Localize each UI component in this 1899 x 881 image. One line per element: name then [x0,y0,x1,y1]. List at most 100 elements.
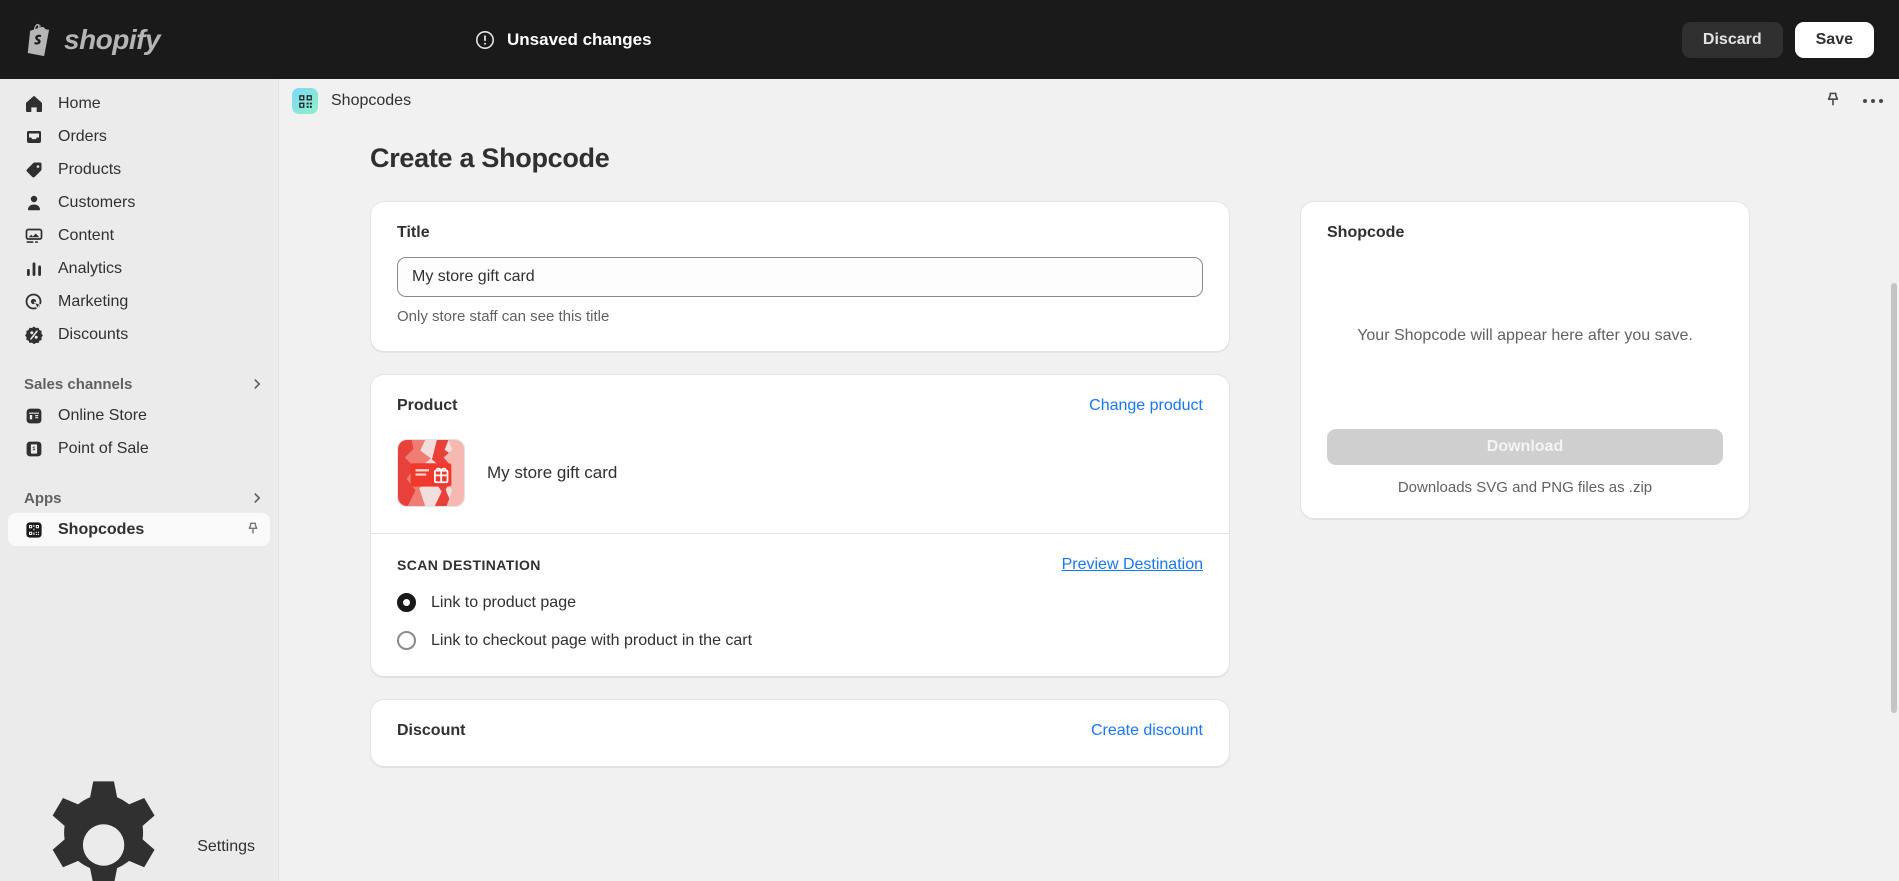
page-title: Create a Shopcode [370,143,610,173]
scan-destination-body: SCAN DESTINATION Preview Destination Lin… [371,534,1229,676]
orders-inbox-icon [27,130,41,143]
sidebar-item-label: Marketing [58,292,129,310]
sidebar-section-sales-channels[interactable]: Sales channels [0,369,278,399]
sidebar-section-apps[interactable]: Apps [0,483,278,513]
radio-option-label: Link to checkout page with product in th… [431,631,753,649]
radio-option-label: Link to product page [431,593,576,611]
unsaved-changes-label: Unsaved changes [507,29,652,49]
pin-icon[interactable] [244,521,262,539]
discount-section-label: Discount [397,722,466,739]
shopify-bag-icon [27,23,49,56]
sidebar-item-label: Discounts [58,325,129,343]
change-product-link[interactable]: Change product [1089,397,1203,415]
product-card-header: Product Change product [397,397,1203,415]
sidebar-item-label: Online Store [58,406,147,424]
sidebar-item-products[interactable]: Products [8,153,270,186]
product-card: Product Change product My store gift car… [370,374,1230,677]
title-card: Title Only store staff can see this titl… [370,201,1230,352]
sidebar-item-label: Point of Sale [58,439,149,457]
sidebar-sales-channels-list: Online Store Point of Sale [0,399,278,465]
dot [1863,99,1867,103]
shopify-admin-window: shopify Unsaved changes Discard Save Hom… [0,0,1899,881]
create-discount-link[interactable]: Create discount [1091,722,1203,740]
sidebar-item-label: Content [58,226,115,244]
sidebar-item-online-store[interactable]: Online Store [8,399,270,432]
sidebar-item-label: Customers [58,193,136,211]
more-horizontal-icon[interactable] [1863,99,1883,103]
shopcodes-app-icon [292,88,318,114]
sidebar-item-discounts[interactable]: Discounts [8,318,270,351]
marketing-target-icon [25,293,43,311]
discount-card-header: Discount Create discount [397,722,1203,740]
sidebar-item-label: Settings [197,837,255,855]
person-icon [28,195,40,210]
sidebar-item-settings[interactable]: Settings [8,781,271,881]
vertical-scrollbar[interactable] [1891,283,1897,713]
shopify-wordmark: shopify [64,23,161,55]
radio-button-selected[interactable] [397,593,416,612]
pos-bag-icon [26,441,42,456]
sidebar-item-home[interactable]: Home [8,87,270,120]
save-button[interactable]: Save [1794,21,1874,58]
secondary-column: Shopcode Your Shopcode will appear here … [1300,201,1750,541]
sidebar-item-orders[interactable]: Orders [8,120,270,153]
alert-circle-icon [476,30,494,49]
discard-button[interactable]: Discard [1681,21,1783,58]
title-card-body: Title Only store staff can see this titl… [371,202,1229,351]
pin-icon[interactable] [1823,91,1843,111]
sidebar-item-label: Orders [58,127,107,145]
shopcode-placeholder-text: Your Shopcode will appear here after you… [1357,326,1693,344]
sidebar-section-label: Apps [24,489,62,507]
chevron-right-icon [254,379,261,389]
sidebar-item-marketing[interactable]: Marketing [8,285,270,318]
chevron-right-icon [254,493,261,503]
product-name: My store gift card [487,463,618,482]
title-field-label: Title [397,224,430,241]
discount-percent-icon [25,326,43,344]
primary-column: Title Only store staff can see this titl… [370,201,1230,789]
scan-destination-header: SCAN DESTINATION Preview Destination [397,556,1203,574]
product-row: My store gift card [397,439,1203,507]
app-bar: Shopcodes [280,79,1899,123]
sidebar-item-content[interactable]: Content [8,219,270,252]
shopcode-card-body: Shopcode Your Shopcode will appear here … [1301,202,1749,518]
app-bar-title: Shopcodes [331,92,412,109]
unsaved-changes-indicator: Unsaved changes [475,30,652,50]
download-caption: Downloads SVG and PNG files as .zip [1397,479,1653,496]
scan-destination-label: SCAN DESTINATION [397,557,541,573]
bar-chart-icon [27,262,41,276]
product-section-label: Product [397,397,458,414]
sidebar-item-customers[interactable]: Customers [8,186,270,219]
content-image-icon [25,228,43,243]
sidebar-item-shopcodes[interactable]: Shopcodes [8,513,270,546]
shopcode-card: Shopcode Your Shopcode will appear here … [1300,201,1750,519]
qr-code-icon [298,94,312,108]
shopify-logo[interactable]: shopify [24,23,284,57]
sidebar-apps-list: Shopcodes [0,513,278,546]
sidebar-item-label: Products [58,160,122,178]
top-bar-actions: Discard Save [1681,21,1874,58]
qr-code-icon [26,521,42,538]
sidebar-primary-nav: Home Orders Products Customers Content A… [0,79,278,351]
top-bar: shopify Unsaved changes Discard Save [0,0,1899,79]
sidebar-item-label: Home [58,94,101,112]
title-input[interactable] [397,257,1203,297]
radio-button-unselected[interactable] [397,631,416,650]
shopcode-section-label: Shopcode [1327,224,1405,241]
product-tag-icon [26,162,42,177]
home-icon [25,95,43,112]
discount-card: Discount Create discount [370,699,1230,767]
radio-option-product-page[interactable]: Link to product page [397,593,1203,612]
sidebar-item-point-of-sale[interactable]: Point of Sale [8,432,270,465]
sidebar-item-analytics[interactable]: Analytics [8,252,270,285]
download-button[interactable]: Download [1327,429,1723,465]
gear-icon [52,781,155,881]
sidebar-item-label: Analytics [58,259,123,277]
sidebar-item-label: Shopcodes [58,520,145,538]
title-helper-text: Only store staff can see this title [397,308,610,325]
main-content: Create a Shopcode Title Only store staff… [280,123,1899,881]
radio-option-checkout-page[interactable]: Link to checkout page with product in th… [397,631,1203,650]
storefront-icon [26,408,42,423]
preview-destination-link[interactable]: Preview Destination [1062,556,1203,574]
product-thumbnail [397,439,465,507]
